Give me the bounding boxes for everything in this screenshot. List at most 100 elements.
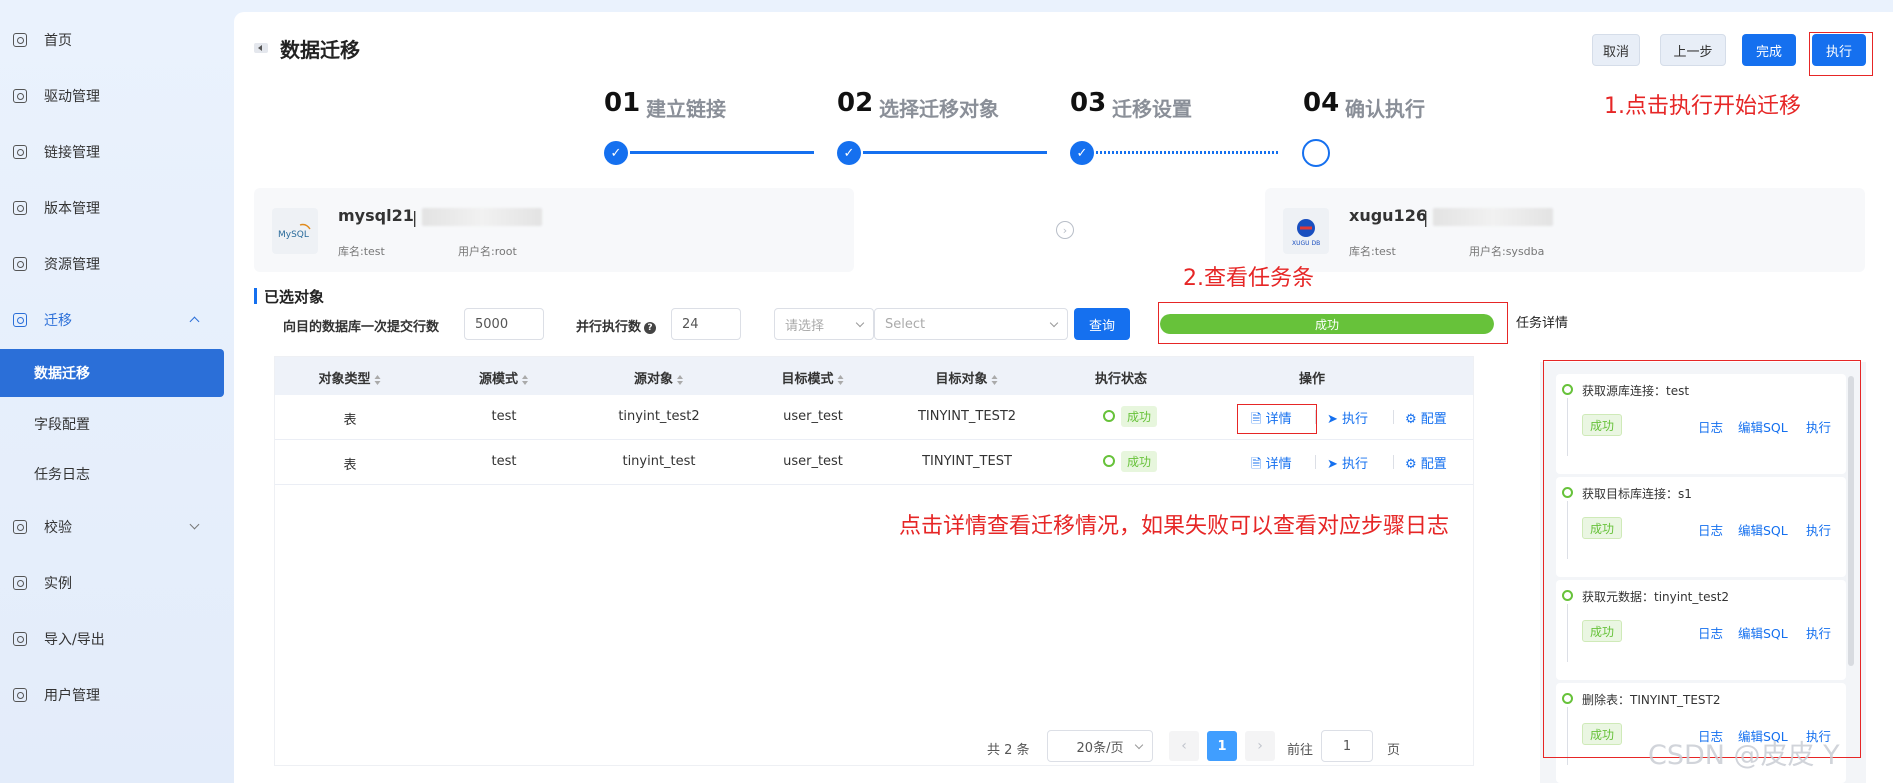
divider xyxy=(1315,455,1316,469)
watermark: CSDN @皮皮 Y xyxy=(1648,740,1840,771)
sort-icon[interactable] xyxy=(374,374,382,385)
divider xyxy=(1393,410,1394,424)
chevron-down-icon xyxy=(189,519,200,530)
status-badge: 成功 xyxy=(1121,451,1158,472)
schema-select[interactable]: 请选择 xyxy=(774,308,874,340)
link-icon xyxy=(13,145,27,159)
verify-icon xyxy=(13,520,27,534)
commit-rows-input[interactable]: 5000 xyxy=(464,308,544,340)
target-db: 库名:test xyxy=(1349,245,1396,258)
column-header: 执行状态 xyxy=(1095,368,1147,387)
cell-src-schema: test xyxy=(491,454,517,469)
sort-icon[interactable] xyxy=(677,374,684,385)
source-connection-card: MySQL mysql21 | 库名:test 用户名:root xyxy=(254,188,854,272)
column-header[interactable]: 源模式 xyxy=(479,368,529,387)
object-select[interactable]: Select xyxy=(874,308,1068,340)
column-header[interactable]: 对象类型 xyxy=(318,368,381,387)
version-icon xyxy=(13,201,27,215)
nav-item-import-export[interactable]: 导入/导出 xyxy=(0,619,226,659)
parallel-input[interactable]: 24 xyxy=(671,308,741,340)
cell-src-schema: test xyxy=(491,409,517,424)
column-header[interactable]: 目标对象 xyxy=(935,368,998,387)
page-number[interactable]: 1 xyxy=(1207,731,1237,761)
execute-link[interactable]: ➤ 执行 xyxy=(1327,408,1368,427)
step-3-number: 03 xyxy=(1070,88,1107,118)
step-1-label: 建立链接 xyxy=(646,97,726,121)
mysql-logo-icon: MySQL xyxy=(272,208,318,254)
nav-item-instance[interactable]: 实例 xyxy=(0,563,226,603)
resource-icon xyxy=(13,257,27,271)
schema-select-placeholder: 请选择 xyxy=(785,318,825,334)
nav-label: 首页 xyxy=(44,33,72,49)
nav-item-link[interactable]: 链接管理 xyxy=(0,132,226,172)
sub-item-field-config[interactable]: 字段配置 xyxy=(0,400,224,448)
goto-page-input[interactable]: 1 xyxy=(1321,730,1373,762)
chevron-down-icon xyxy=(1049,318,1059,328)
nav-label: 驱动管理 xyxy=(44,89,100,105)
prev-page-button[interactable]: ‹ xyxy=(1169,731,1199,761)
page-size-label: 20条/页 xyxy=(1076,740,1124,756)
next-page-button[interactable]: › xyxy=(1245,731,1275,761)
xugu-logo-graphic: XUGU DB xyxy=(1292,219,1320,247)
cell-type: 表 xyxy=(343,458,357,473)
cell-type: 表 xyxy=(343,413,357,428)
cell-src-object: tinyint_test xyxy=(622,454,696,469)
sidebar: 首页 驱动管理 链接管理 版本管理 资源管理 迁移 数据迁移 字段配置 任务日志… xyxy=(0,0,226,783)
finish-button[interactable]: 完成 xyxy=(1742,34,1796,66)
step-connector xyxy=(630,151,814,154)
divider: | xyxy=(412,208,418,227)
column-header-label: 源模式 xyxy=(478,372,519,387)
table-row: 表 test tinyint_test user_test TINYINT_TE… xyxy=(275,440,1473,485)
sub-item-data-migration[interactable]: 数据迁移 xyxy=(0,349,224,397)
migrate-icon xyxy=(13,313,27,327)
sort-icon[interactable] xyxy=(991,374,999,385)
target-connection-card: XUGU DB xugu126 | 库名:test 用户名:sysdba xyxy=(1265,188,1865,272)
task-detail-title: 任务详情 xyxy=(1516,316,1569,331)
nav-item-home[interactable]: 首页 xyxy=(0,20,226,60)
nav-item-resource[interactable]: 资源管理 xyxy=(0,244,226,284)
nav-item-user[interactable]: 用户管理 xyxy=(0,675,226,715)
detail-link[interactable]: 🗎 详情 xyxy=(1251,453,1292,477)
parallel-label: 并行执行数? xyxy=(576,316,657,335)
step-3-check-icon: ✓ xyxy=(1070,141,1094,165)
page-size-select[interactable]: 20条/页 xyxy=(1047,730,1153,762)
back-icon[interactable] xyxy=(254,43,268,53)
nav-item-migrate[interactable]: 迁移 xyxy=(0,300,226,340)
config-link[interactable]: ⚙ 配置 xyxy=(1405,408,1447,427)
user-icon xyxy=(13,688,27,702)
query-button[interactable]: 查询 xyxy=(1074,308,1130,340)
section-accent xyxy=(254,288,257,304)
column-header-label: 对象类型 xyxy=(318,372,371,387)
config-link[interactable]: ⚙ 配置 xyxy=(1405,453,1447,472)
nav-item-version[interactable]: 版本管理 xyxy=(0,188,226,228)
cancel-button[interactable]: 取消 xyxy=(1592,34,1640,66)
help-icon[interactable]: ? xyxy=(644,321,657,334)
svg-text:XUGU DB: XUGU DB xyxy=(1292,240,1320,247)
config-link-label: 配置 xyxy=(1420,412,1447,427)
status-badge: 成功 xyxy=(1121,406,1158,427)
execute-link-label: 执行 xyxy=(1342,412,1369,427)
nav-item-verify[interactable]: 校验 xyxy=(0,507,226,547)
prev-step-button[interactable]: 上一步 xyxy=(1660,34,1726,66)
chevron-up-icon xyxy=(189,316,200,327)
target-user: 用户名:sysdba xyxy=(1469,245,1545,258)
redacted-host xyxy=(1433,208,1553,226)
sort-icon[interactable] xyxy=(837,374,845,385)
svg-text:MySQL: MySQL xyxy=(278,230,309,240)
chevron-down-icon xyxy=(855,318,865,328)
annotation-box-task-panel xyxy=(1543,360,1861,758)
execute-link[interactable]: ➤ 执行 xyxy=(1327,453,1368,472)
sub-label: 任务日志 xyxy=(34,467,90,483)
column-header[interactable]: 源对象 xyxy=(634,368,684,387)
column-header[interactable]: 目标模式 xyxy=(781,368,844,387)
commit-rows-label: 向目的数据库一次提交行数 xyxy=(283,320,440,335)
step-4-label: 确认执行 xyxy=(1345,97,1425,121)
total-count: 共 2 条 xyxy=(987,743,1030,758)
annotation-box-progress xyxy=(1158,302,1508,344)
nav-item-driver[interactable]: 驱动管理 xyxy=(0,76,226,116)
sort-icon[interactable] xyxy=(522,374,529,385)
sub-item-task-log[interactable]: 任务日志 xyxy=(0,450,224,498)
column-header-label: 操作 xyxy=(1298,372,1326,387)
annotation-box-execute xyxy=(1809,32,1873,76)
detail-link-label: 详情 xyxy=(1265,457,1292,472)
